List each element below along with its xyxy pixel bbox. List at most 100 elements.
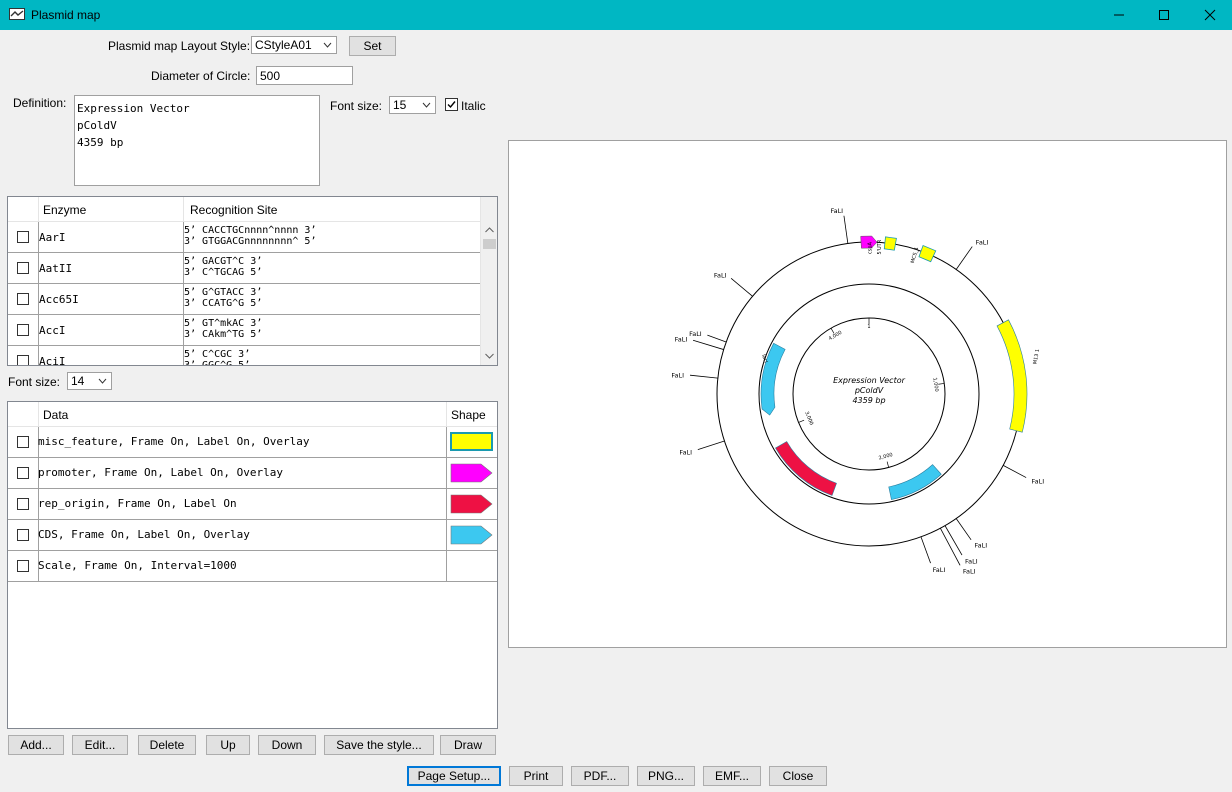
restriction-site-label: FaLI [689, 330, 702, 338]
restriction-site-label: FaLI [963, 568, 976, 576]
definition-textarea[interactable]: Expression Vector pColdV 4359 bp [74, 95, 320, 186]
enzyme-scrollbar[interactable] [480, 197, 497, 365]
restriction-site-line [707, 334, 727, 343]
pdf-button[interactable]: PDF... [571, 766, 629, 786]
print-button[interactable]: Print [509, 766, 563, 786]
checkmark-icon [447, 101, 456, 109]
recognition-site-top: 5’ GACGT^C 3’ [184, 256, 263, 267]
plasmid-map: FaLIFaLIFaLIFaLIFaLIFaLIFaLIFaLIFaLIFaLI… [671, 207, 1044, 576]
data-checkbox[interactable] [17, 436, 29, 448]
data-header[interactable]: Data [43, 408, 68, 422]
enzyme-name: AatII [39, 262, 73, 275]
recognition-site-top: 5’ GT^mkAC 3’ [184, 318, 263, 329]
data-row[interactable]: misc_feature, Frame On, Label On, Overla… [8, 427, 497, 458]
recognition-site: 5’ C^CGC 3’ 3’ GGC^G 5’ [184, 349, 251, 366]
enzyme-header[interactable]: Enzyme [43, 203, 86, 217]
italic-checkbox[interactable] [445, 98, 458, 111]
emf-button[interactable]: EMF... [703, 766, 761, 786]
restriction-site-line [692, 339, 724, 350]
data-checkbox[interactable] [17, 467, 29, 479]
close-button[interactable]: Close [769, 766, 827, 786]
italic-label: Italic [461, 99, 486, 113]
recognition-site-top: 5’ G^GTACC 3’ [184, 287, 263, 298]
data-font-size-select[interactable]: 14 [67, 372, 112, 390]
definition-label: Definition: [13, 96, 67, 110]
enzyme-checkbox[interactable] [17, 231, 29, 243]
data-row[interactable]: promoter, Frame On, Label On, Overlay [8, 458, 497, 489]
layout-style-select[interactable]: CStyleA01 [251, 36, 337, 54]
arrow-shape-swatch[interactable] [450, 525, 494, 545]
data-checkbox[interactable] [17, 529, 29, 541]
enzyme-row[interactable]: AciI 5’ C^CGC 3’ 3’ GGC^G 5’ [8, 346, 480, 366]
restriction-site-line [955, 518, 972, 541]
data-row[interactable]: Scale, Frame On, Interval=1000 [8, 551, 497, 582]
minimize-icon [1114, 14, 1124, 16]
restriction-site-label: FaLI [679, 448, 692, 456]
app-icon [9, 8, 25, 20]
data-table: Data Shape misc_feature, Frame On, Label… [7, 401, 498, 729]
data-checkbox[interactable] [17, 560, 29, 572]
scale-tick [886, 461, 890, 468]
scale-label: 1 [867, 324, 870, 330]
add-button[interactable]: Add... [8, 735, 64, 755]
shape-header[interactable]: Shape [451, 408, 486, 422]
chevron-down-icon [323, 42, 332, 48]
draw-button[interactable]: Draw [440, 735, 496, 755]
recognition-site-header[interactable]: Recognition Site [190, 203, 277, 217]
data-text: rep_origin, Frame On, Label On [38, 497, 237, 510]
enzyme-row[interactable]: AccI 5’ GT^mkAC 3’ 3’ CAkm^TG 5’ [8, 315, 480, 346]
scroll-down-icon[interactable] [485, 353, 494, 359]
restriction-site-line [955, 246, 973, 270]
data-row[interactable]: CDS, Frame On, Label On, Overlay [8, 520, 497, 551]
restriction-site-label: FaLI [933, 566, 946, 574]
scroll-thumb[interactable] [483, 239, 496, 249]
scroll-up-icon[interactable] [485, 227, 494, 233]
up-button[interactable]: Up [206, 735, 250, 755]
enzyme-checkbox[interactable] [17, 262, 29, 274]
font-size-value: 15 [393, 98, 407, 112]
recognition-site: 5’ GACGT^C 3’ 3’ C^TGCAG 5’ [184, 256, 262, 278]
feature-label: 5'UTR [877, 239, 883, 254]
png-button[interactable]: PNG... [637, 766, 695, 786]
data-row[interactable]: rep_origin, Frame On, Label On [8, 489, 497, 520]
close-window-button[interactable] [1187, 0, 1232, 30]
rect-shape-swatch[interactable] [450, 432, 494, 452]
plasmid-map-canvas: FaLI FaLI FaLI FaLI FaLI FaLI FaLI FaLI FaLI FaLI… [508, 140, 1227, 648]
enzyme-checkbox[interactable] [17, 324, 29, 336]
enzyme-checkbox[interactable] [17, 293, 29, 305]
utr-misc-feature [883, 236, 897, 251]
restriction-site-label: FaLI [975, 542, 988, 550]
layout-style-value: CStyleA01 [255, 38, 312, 52]
data-rows: misc_feature, Frame On, Label On, Overla… [8, 427, 497, 582]
restriction-site-label: FaLI [675, 335, 688, 343]
chevron-down-icon [98, 378, 107, 384]
enzyme-row[interactable]: AarI 5’ CACCTGCnnnn^nnnn 3’ 3’ GTGGACGnnnn… [8, 222, 480, 253]
maximize-button[interactable] [1141, 0, 1187, 30]
data-checkbox[interactable] [17, 498, 29, 510]
data-text: Scale, Frame On, Interval=1000 [38, 559, 237, 572]
recognition-site-bottom: 3’ CAkm^TG 5’ [184, 329, 263, 340]
set-button[interactable]: Set [349, 36, 396, 56]
arrow-shape-swatch[interactable] [450, 463, 494, 483]
enzyme-row[interactable]: AatII 5’ GACGT^C 3’ 3’ C^TGCAG 5’ [8, 253, 480, 284]
page-setup-button[interactable]: Page Setup... [407, 766, 501, 786]
recognition-site-bottom: 3’ GGC^G 5’ [184, 360, 251, 366]
map-center-text: pColdV [854, 386, 884, 395]
data-font-size-label: Font size: [8, 375, 61, 389]
down-button[interactable]: Down [258, 735, 316, 755]
recognition-site: 5’ GT^mkAC 3’ 3’ CAkm^TG 5’ [184, 318, 262, 340]
enzyme-row[interactable]: Acc65I 5’ G^GTACC 3’ 3’ CCATG^G 5’ [8, 284, 480, 315]
diameter-input[interactable] [256, 66, 353, 85]
restriction-site-line [1003, 465, 1027, 478]
enzyme-checkbox[interactable] [17, 355, 29, 365]
restriction-site-line [920, 536, 931, 564]
minimize-button[interactable] [1096, 0, 1142, 30]
save-style-button[interactable]: Save the style... [324, 735, 434, 755]
delete-button[interactable]: Delete [138, 735, 196, 755]
font-size-select[interactable]: 15 [389, 96, 436, 114]
recognition-site-bottom: 3’ GTGGACGnnnnnnnn^ 5’ [184, 236, 317, 247]
data-table-header: Data Shape [8, 402, 497, 427]
definition-line: pColdV [77, 119, 117, 132]
edit-button[interactable]: Edit... [72, 735, 128, 755]
arrow-shape-swatch[interactable] [450, 494, 494, 514]
